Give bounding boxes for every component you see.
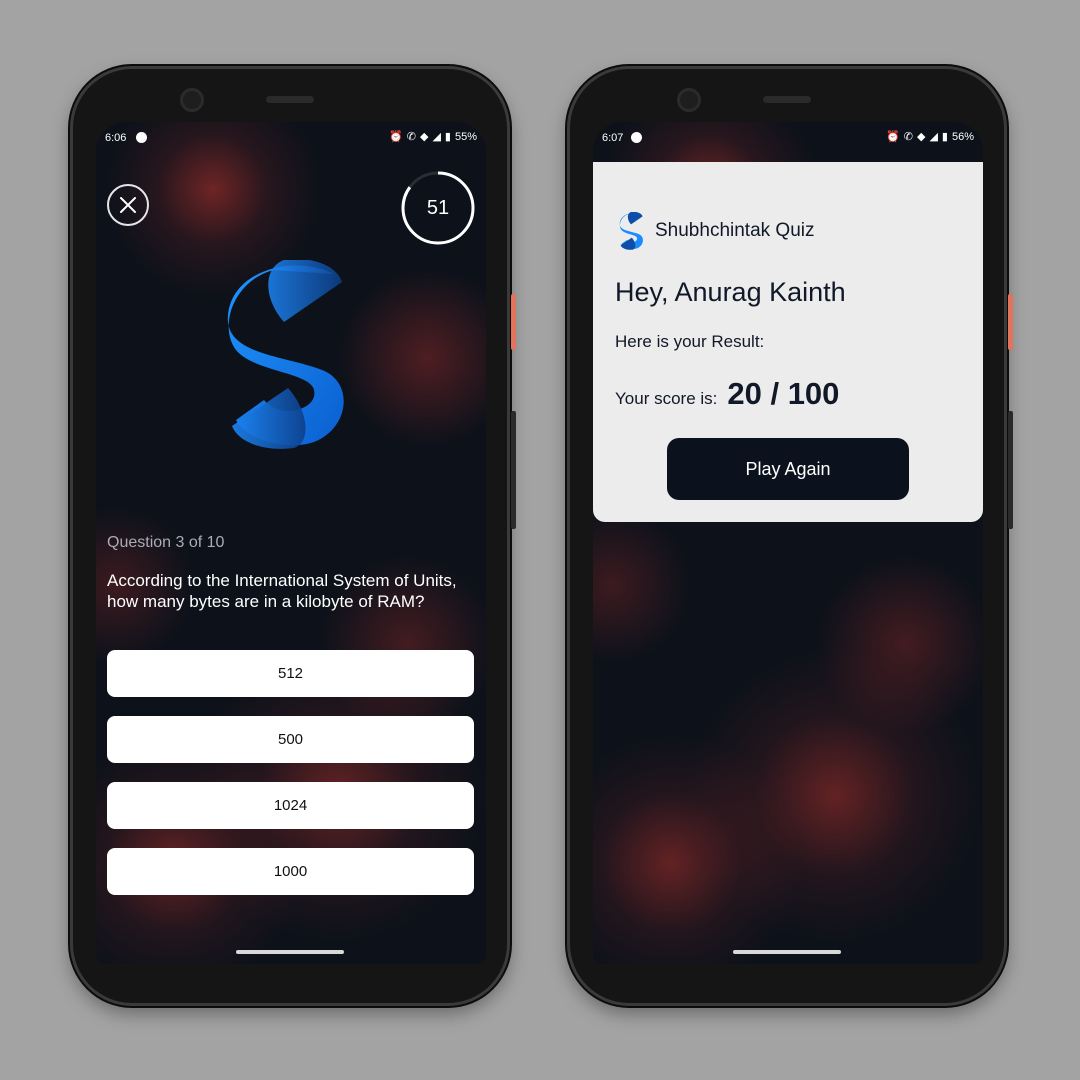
earpiece-speaker	[266, 96, 314, 103]
volume-button	[511, 411, 516, 529]
call-icon: ✆	[903, 131, 913, 143]
score-label: Your score is:	[615, 389, 718, 408]
earpiece-speaker	[763, 96, 811, 103]
call-icon: ✆	[406, 131, 416, 143]
battery-level: 55%	[454, 131, 477, 143]
signal-icon: ◢	[432, 131, 441, 143]
question-text: According to the International System of…	[107, 571, 457, 611]
result-label: Here is your Result:	[615, 332, 765, 351]
status-time: 6:07	[602, 132, 624, 144]
alarm-icon: ⏰	[886, 131, 900, 143]
close-button[interactable]	[107, 184, 149, 226]
app-logo-small	[619, 212, 643, 250]
score-value: 20 / 100	[727, 376, 840, 411]
status-bar: 6:06 ⏰ ✆ ◆ ◢ ▮ 55%	[96, 122, 486, 152]
status-icons: ⏰ ✆ ◆ ◢ ▮ 55%	[389, 131, 477, 143]
signal-icon: ◢	[929, 131, 938, 143]
status-icons: ⏰ ✆ ◆ ◢ ▮ 56%	[886, 131, 974, 143]
result-screen: 6:07 ⏰ ✆ ◆ ◢ ▮ 56% Shubhchintak Quiz Hey…	[593, 122, 983, 964]
home-gesture-bar[interactable]	[236, 950, 344, 954]
answer-option[interactable]: 1024	[107, 782, 474, 829]
greeting-title: Hey, Anurag Kainth	[615, 277, 846, 307]
quiz-screen: 6:06 ⏰ ✆ ◆ ◢ ▮ 55% 51 Question 3 of 10 A…	[96, 122, 486, 964]
phone-result: 6:07 ⏰ ✆ ◆ ◢ ▮ 56% Shubhchintak Quiz Hey…	[567, 66, 1013, 1006]
close-icon	[120, 197, 136, 213]
answer-option[interactable]: 512	[107, 650, 474, 697]
app-logo	[227, 260, 344, 449]
answer-option[interactable]: 1000	[107, 848, 474, 895]
timer-value: 51	[426, 196, 450, 219]
wifi-icon: ◆	[916, 131, 926, 143]
answer-option[interactable]: 500	[107, 716, 474, 763]
question-counter: Question 3 of 10	[107, 534, 225, 551]
front-camera	[677, 88, 701, 112]
result-card: Shubhchintak Quiz Hey, Anurag Kainth Her…	[593, 162, 983, 522]
app-notification-icon	[631, 132, 642, 143]
app-name: Shubhchintak Quiz	[655, 220, 815, 241]
play-again-button[interactable]: Play Again	[667, 438, 909, 500]
phone-quiz: 6:06 ⏰ ✆ ◆ ◢ ▮ 55% 51 Question 3 of 10 A…	[70, 66, 516, 1006]
front-camera	[180, 88, 204, 112]
home-gesture-bar[interactable]	[733, 950, 841, 954]
wifi-icon: ◆	[419, 131, 429, 143]
status-bar: 6:07 ⏰ ✆ ◆ ◢ ▮ 56%	[593, 122, 983, 152]
answer-options: 512 500 1024 1000	[107, 650, 474, 914]
brand-header: Shubhchintak Quiz	[619, 212, 815, 250]
countdown-timer: 51	[400, 170, 476, 246]
status-time: 6:06	[105, 132, 127, 144]
battery-icon: ▮	[941, 131, 948, 143]
power-button	[1008, 294, 1013, 350]
app-notification-icon	[136, 132, 147, 143]
power-button	[511, 294, 516, 350]
battery-icon: ▮	[444, 131, 451, 143]
battery-level: 56%	[951, 131, 974, 143]
score-row: Your score is: 20 / 100	[615, 376, 839, 412]
alarm-icon: ⏰	[389, 131, 403, 143]
volume-button	[1008, 411, 1013, 529]
